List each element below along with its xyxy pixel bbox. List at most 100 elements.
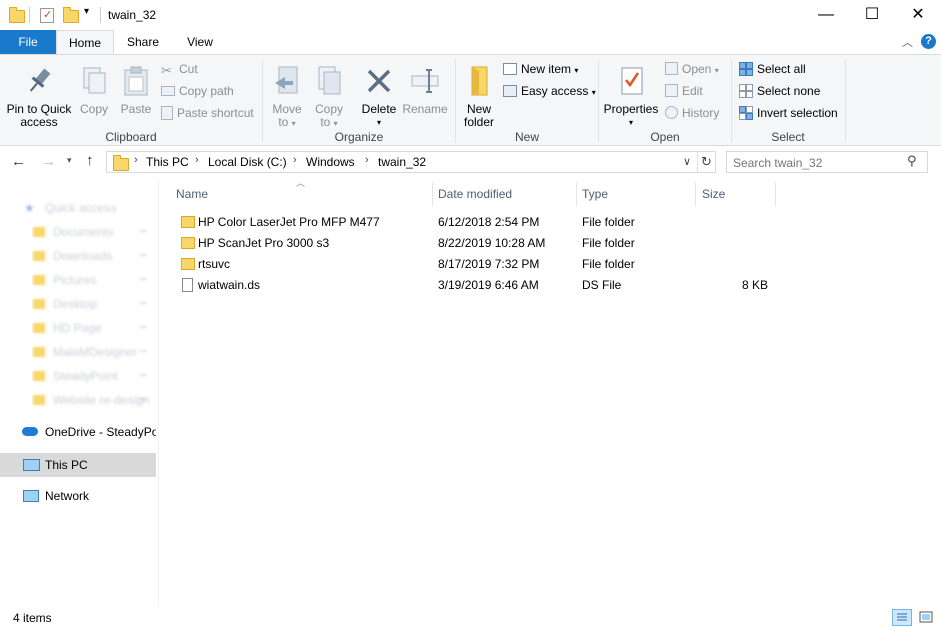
breadcrumb-windows[interactable]: Windows bbox=[306, 155, 355, 169]
chevron-right-icon[interactable]: › bbox=[134, 154, 138, 166]
tab-view[interactable]: View bbox=[175, 30, 225, 54]
collapse-ribbon-icon[interactable]: ︿ bbox=[902, 34, 913, 50]
pin-icon[interactable]: ⊸ bbox=[138, 388, 146, 412]
folder-icon bbox=[33, 251, 45, 261]
address-dropdown-icon[interactable]: ∨ bbox=[683, 155, 691, 168]
nav-pinned-item[interactable]: Downloads ⊸ bbox=[0, 244, 156, 268]
file-name: HP ScanJet Pro 3000 s3 bbox=[198, 236, 330, 250]
nav-pinned-item[interactable]: Documents ⊸ bbox=[0, 220, 156, 244]
minimize-button[interactable]: — bbox=[803, 0, 849, 30]
breadcrumb-twain32[interactable]: twain_32 bbox=[378, 155, 426, 169]
chevron-right-icon[interactable]: › bbox=[365, 154, 369, 166]
pin-icon[interactable]: ⊸ bbox=[138, 316, 146, 340]
paste-button[interactable]: Paste bbox=[116, 65, 156, 116]
copy-path-button[interactable]: Copy path bbox=[161, 82, 234, 100]
history-button[interactable]: History bbox=[665, 104, 719, 122]
pin-icon[interactable]: ⊸ bbox=[138, 340, 146, 364]
move-to-button[interactable]: Move to ▾ bbox=[268, 65, 306, 130]
search-input[interactable] bbox=[731, 154, 905, 172]
chevron-right-icon[interactable]: › bbox=[195, 154, 199, 166]
address-bar[interactable]: › This PC › Local Disk (C:) › Windows › … bbox=[106, 151, 716, 173]
file-row[interactable]: rtsuvc 8/17/2019 7:32 PM File folder bbox=[176, 254, 776, 275]
nav-pinned-item[interactable]: Pictures ⊸ bbox=[0, 268, 156, 292]
file-row[interactable]: HP Color LaserJet Pro MFP M477 6/12/2018 … bbox=[176, 212, 776, 233]
pin-label-2: access bbox=[20, 115, 58, 129]
close-button[interactable]: ✕ bbox=[895, 0, 941, 30]
pin-icon[interactable]: ⊸ bbox=[138, 244, 146, 268]
breadcrumb-this-pc[interactable]: This PC bbox=[146, 155, 189, 169]
delete-x-icon bbox=[363, 65, 395, 97]
select-none-button[interactable]: Select none bbox=[739, 82, 820, 100]
paste-shortcut-button[interactable]: Paste shortcut bbox=[161, 104, 254, 122]
column-separator[interactable] bbox=[432, 182, 433, 206]
chevron-right-icon[interactable]: › bbox=[293, 154, 297, 166]
nav-pinned-item[interactable]: HD Page ⊸ bbox=[0, 316, 156, 340]
nav-quick-access[interactable]: ★ Quick access bbox=[0, 196, 156, 220]
nav-label: Website re-design bbox=[53, 393, 150, 407]
nav-label: OneDrive - SteadyPoi bbox=[45, 425, 156, 439]
column-header-name[interactable]: Name bbox=[176, 182, 208, 206]
breadcrumb-local-disk[interactable]: Local Disk (C:) bbox=[208, 155, 287, 169]
search-icon[interactable]: ⚲ bbox=[907, 153, 917, 169]
properties-button[interactable]: Properties ▾ bbox=[602, 65, 660, 129]
nav-pinned-item[interactable]: Website re-design ⊸ bbox=[0, 388, 156, 412]
invert-selection-label: Invert selection bbox=[757, 106, 838, 120]
new-item-button[interactable]: New item ▾ bbox=[503, 60, 578, 78]
nav-network[interactable]: Network bbox=[0, 484, 156, 508]
copy-to-button[interactable]: Copy to ▾ bbox=[310, 65, 348, 130]
tab-home[interactable]: Home bbox=[56, 30, 114, 54]
easy-access-button[interactable]: Easy access ▾ bbox=[503, 82, 596, 100]
paste-shortcut-label: Paste shortcut bbox=[177, 106, 254, 120]
column-header-date[interactable]: Date modified bbox=[438, 182, 512, 206]
column-header-type[interactable]: Type bbox=[582, 182, 608, 206]
details-view-icon[interactable] bbox=[892, 609, 912, 626]
pin-icon[interactable]: ⊸ bbox=[138, 364, 146, 388]
back-arrow-icon[interactable]: ← bbox=[11, 153, 26, 170]
pin-icon[interactable]: ⊸ bbox=[138, 220, 146, 244]
pin-icon[interactable]: ⊸ bbox=[138, 292, 146, 316]
column-separator[interactable] bbox=[695, 182, 696, 206]
file-date: 6/12/2018 2:54 PM bbox=[438, 215, 540, 229]
up-arrow-icon[interactable]: ↑ bbox=[86, 152, 94, 169]
new-folder-button[interactable]: New folder bbox=[458, 65, 500, 129]
column-separator[interactable] bbox=[576, 182, 577, 206]
file-row[interactable]: HP ScanJet Pro 3000 s3 8/22/2019 10:28 AM… bbox=[176, 233, 776, 254]
refresh-icon[interactable]: ↻ bbox=[701, 154, 712, 170]
column-separator[interactable] bbox=[775, 182, 776, 206]
file-type: DS File bbox=[582, 278, 622, 292]
recent-locations-icon[interactable]: ▾ bbox=[67, 155, 72, 166]
copy-path-icon bbox=[161, 85, 175, 96]
copy-to-label-2: to ▾ bbox=[310, 116, 348, 130]
invert-selection-button[interactable]: Invert selection bbox=[739, 104, 838, 122]
select-all-button[interactable]: Select all bbox=[739, 60, 806, 78]
customize-qat-icon[interactable]: ▾ bbox=[84, 6, 89, 17]
nav-onedrive[interactable]: OneDrive - SteadyPoi bbox=[0, 420, 156, 444]
tab-share[interactable]: Share bbox=[118, 30, 168, 54]
delete-button[interactable]: Delete ▾ bbox=[358, 65, 400, 129]
nav-pinned-item[interactable]: MalaMDesigner ⊸ bbox=[0, 340, 156, 364]
column-header-size[interactable]: Size bbox=[702, 182, 725, 206]
large-icons-view-icon[interactable] bbox=[917, 609, 935, 626]
forward-arrow-icon[interactable]: → bbox=[41, 153, 56, 170]
folder-icon bbox=[33, 227, 45, 237]
pin-to-quick-access-button[interactable]: Pin to Quick access bbox=[4, 65, 74, 129]
open-button[interactable]: Open ▾ bbox=[665, 60, 719, 78]
properties-qat-icon[interactable]: ✓ bbox=[40, 8, 54, 23]
file-row[interactable]: wiatwain.ds 3/19/2019 6:46 AM DS File 8 KB bbox=[176, 275, 776, 296]
maximize-button[interactable]: ☐ bbox=[849, 0, 895, 30]
tab-file[interactable]: File bbox=[0, 30, 56, 54]
help-icon[interactable]: ? bbox=[921, 34, 936, 49]
edit-button[interactable]: Edit bbox=[665, 82, 703, 100]
pin-icon[interactable]: ⊸ bbox=[138, 268, 146, 292]
search-box[interactable]: ⚲ bbox=[726, 151, 928, 173]
file-type: File folder bbox=[582, 257, 635, 271]
rename-button[interactable]: Rename bbox=[402, 65, 448, 116]
nav-pinned-item[interactable]: Desktop ⊸ bbox=[0, 292, 156, 316]
nav-this-pc[interactable]: This PC bbox=[0, 453, 156, 477]
cut-button[interactable]: ✂ Cut bbox=[161, 60, 198, 78]
nav-pinned-item[interactable]: SteadyPoint ⊸ bbox=[0, 364, 156, 388]
new-folder-qat-icon[interactable] bbox=[63, 7, 79, 23]
nav-label: Quick access bbox=[45, 201, 117, 215]
copy-button[interactable]: Copy bbox=[76, 65, 112, 116]
ribbon-tabs: File Home Share View ︿ ? bbox=[0, 30, 941, 54]
